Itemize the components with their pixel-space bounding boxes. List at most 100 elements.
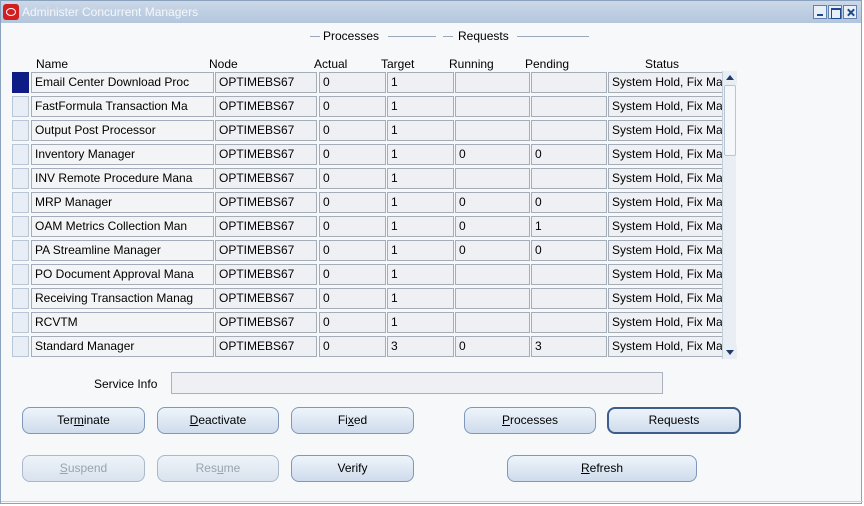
verify-button[interactable]: Verify <box>291 455 414 482</box>
cell-target[interactable]: 1 <box>387 312 454 333</box>
cell-pending[interactable] <box>531 288 607 309</box>
cell-status[interactable]: System Hold, Fix Ma <box>608 288 732 309</box>
cell-target[interactable]: 1 <box>387 216 454 237</box>
close-icon[interactable] <box>843 5 857 19</box>
suspend-button[interactable]: Suspend <box>22 455 145 482</box>
row-selector[interactable] <box>12 96 29 117</box>
cell-status[interactable]: System Hold, Fix Ma <box>608 120 732 141</box>
terminate-button[interactable]: Terminate <box>22 407 145 434</box>
cell-actual[interactable]: 0 <box>319 336 386 357</box>
table-row[interactable]: INV Remote Procedure Mana OPTIMEBS67 0 1 Sys… <box>12 167 732 191</box>
cell-target[interactable]: 1 <box>387 120 454 141</box>
cell-pending[interactable]: 0 <box>531 240 607 261</box>
table-row[interactable]: Inventory Manager OPTIMEBS67 0 1 0 0 System Ho… <box>12 143 732 167</box>
minimize-icon[interactable] <box>813 5 827 19</box>
cell-node[interactable]: OPTIMEBS67 <box>215 72 317 93</box>
cell-actual[interactable]: 0 <box>319 96 386 117</box>
cell-node[interactable]: OPTIMEBS67 <box>215 96 317 117</box>
cell-status[interactable]: System Hold, Fix Ma <box>608 144 732 165</box>
service-info-field[interactable] <box>171 372 663 394</box>
cell-running[interactable] <box>455 264 530 285</box>
title-bar[interactable]: Administer Concurrent Managers <box>1 1 861 23</box>
table-row[interactable]: PA Streamline Manager OPTIMEBS67 0 1 0 0 Syste… <box>12 239 732 263</box>
table-row[interactable]: Output Post Processor OPTIMEBS67 0 1 System … <box>12 119 732 143</box>
cell-node[interactable]: OPTIMEBS67 <box>215 240 317 261</box>
cell-pending[interactable]: 1 <box>531 216 607 237</box>
processes-button[interactable]: Processes <box>464 407 596 434</box>
cell-name[interactable]: Inventory Manager <box>31 144 214 165</box>
cell-running[interactable]: 0 <box>455 240 530 261</box>
cell-target[interactable]: 1 <box>387 144 454 165</box>
cell-actual[interactable]: 0 <box>319 168 386 189</box>
cell-target[interactable]: 1 <box>387 288 454 309</box>
row-selector[interactable] <box>12 216 29 237</box>
cell-status[interactable]: System Hold, Fix Ma <box>608 192 732 213</box>
cell-running[interactable] <box>455 288 530 309</box>
cell-name[interactable]: Output Post Processor <box>31 120 214 141</box>
table-row[interactable]: PO Document Approval Mana OPTIMEBS67 0 1 Sys… <box>12 263 732 287</box>
resume-button[interactable]: Resume <box>157 455 279 482</box>
row-selector[interactable] <box>12 144 29 165</box>
cell-actual[interactable]: 0 <box>319 240 386 261</box>
cell-pending[interactable] <box>531 168 607 189</box>
cell-node[interactable]: OPTIMEBS67 <box>215 312 317 333</box>
cell-status[interactable]: System Hold, Fix Ma <box>608 312 732 333</box>
cell-pending[interactable] <box>531 312 607 333</box>
cell-node[interactable]: OPTIMEBS67 <box>215 216 317 237</box>
cell-running[interactable] <box>455 168 530 189</box>
cell-pending[interactable]: 3 <box>531 336 607 357</box>
cell-node[interactable]: OPTIMEBS67 <box>215 168 317 189</box>
cell-actual[interactable]: 0 <box>319 144 386 165</box>
cell-name[interactable]: PO Document Approval Mana <box>31 264 214 285</box>
cell-name[interactable]: PA Streamline Manager <box>31 240 214 261</box>
cell-name[interactable]: Receiving Transaction Manag <box>31 288 214 309</box>
cell-name[interactable]: OAM Metrics Collection Man <box>31 216 214 237</box>
cell-status[interactable]: System Hold, Fix Ma <box>608 96 732 117</box>
cell-target[interactable]: 1 <box>387 72 454 93</box>
cell-actual[interactable]: 0 <box>319 192 386 213</box>
row-selector[interactable] <box>12 288 29 309</box>
cell-name[interactable]: FastFormula Transaction Ma <box>31 96 214 117</box>
cell-running[interactable] <box>455 96 530 117</box>
cell-status[interactable]: System Hold, Fix Ma <box>608 264 732 285</box>
cell-name[interactable]: Standard Manager <box>31 336 214 357</box>
cell-status[interactable]: System Hold, Fix Ma <box>608 168 732 189</box>
row-selector[interactable] <box>12 336 29 357</box>
cell-actual[interactable]: 0 <box>319 216 386 237</box>
table-row[interactable]: Email Center Download Proc OPTIMEBS67 0 1 Sy… <box>12 71 732 95</box>
cell-pending[interactable]: 0 <box>531 192 607 213</box>
cell-status[interactable]: System Hold, Fix Ma <box>608 336 732 357</box>
cell-pending[interactable] <box>531 120 607 141</box>
cell-running[interactable]: 0 <box>455 144 530 165</box>
cell-target[interactable]: 1 <box>387 264 454 285</box>
cell-target[interactable]: 3 <box>387 336 454 357</box>
refresh-button[interactable]: Refresh <box>507 455 697 482</box>
cell-name[interactable]: INV Remote Procedure Mana <box>31 168 214 189</box>
cell-pending[interactable] <box>531 264 607 285</box>
row-selector[interactable] <box>12 312 29 333</box>
maximize-icon[interactable] <box>828 5 842 19</box>
scrollbar-thumb[interactable] <box>724 85 736 156</box>
cell-running[interactable] <box>455 120 530 141</box>
scroll-up-arrow-icon[interactable] <box>723 71 737 85</box>
requests-button[interactable]: Requests <box>607 407 741 434</box>
cell-running[interactable] <box>455 312 530 333</box>
scroll-down-arrow-icon[interactable] <box>723 345 737 359</box>
cell-target[interactable]: 1 <box>387 240 454 261</box>
cell-node[interactable]: OPTIMEBS67 <box>215 192 317 213</box>
cell-running[interactable] <box>455 72 530 93</box>
row-selector[interactable] <box>12 240 29 261</box>
deactivate-button[interactable]: Deactivate <box>157 407 279 434</box>
fixed-button[interactable]: Fixed <box>291 407 414 434</box>
cell-actual[interactable]: 0 <box>319 120 386 141</box>
cell-name[interactable]: MRP Manager <box>31 192 214 213</box>
table-row[interactable]: MRP Manager OPTIMEBS67 0 1 0 0 System Hold, Fi… <box>12 191 732 215</box>
cell-actual[interactable]: 0 <box>319 72 386 93</box>
cell-target[interactable]: 1 <box>387 168 454 189</box>
row-selector[interactable] <box>12 168 29 189</box>
cell-status[interactable]: System Hold, Fix Ma <box>608 216 732 237</box>
row-selector[interactable] <box>12 264 29 285</box>
row-selector[interactable] <box>12 120 29 141</box>
table-row[interactable]: OAM Metrics Collection Man OPTIMEBS67 0 1 0 1… <box>12 215 732 239</box>
cell-node[interactable]: OPTIMEBS67 <box>215 120 317 141</box>
